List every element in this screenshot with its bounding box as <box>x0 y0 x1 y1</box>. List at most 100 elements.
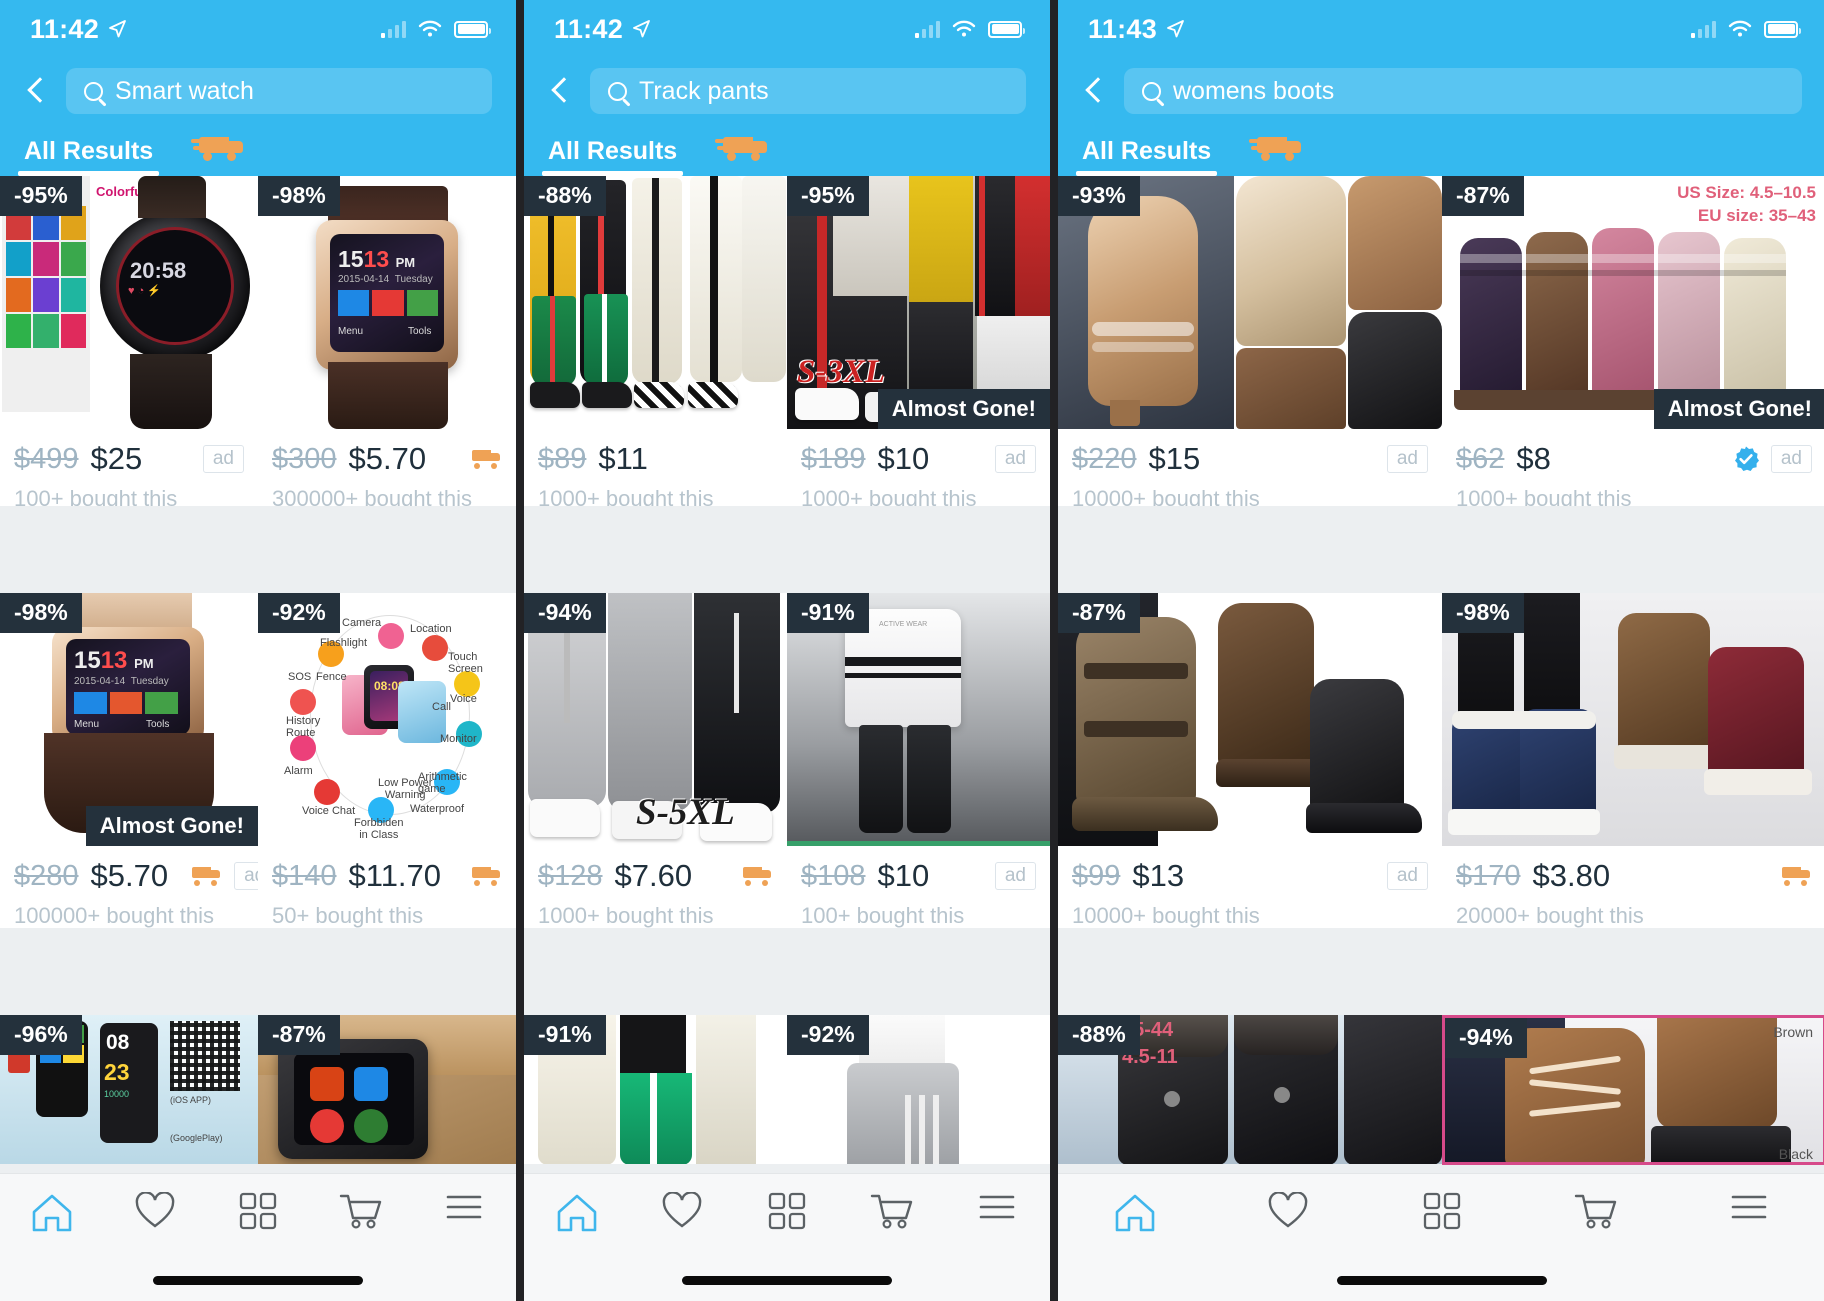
tab-express-shipping[interactable] <box>1249 135 1303 176</box>
sale-price: $10 <box>877 858 930 893</box>
back-chevron-icon[interactable] <box>22 76 52 106</box>
product-card[interactable]: -87% $99 $13 ad 10000+ bought this <box>1058 593 1442 929</box>
price-row: $140 $11.70 <box>272 858 502 894</box>
original-price: $62 <box>1456 442 1505 475</box>
almost-gone-badge: Almost Gone! <box>85 806 258 846</box>
discount-badge: -98% <box>1442 593 1524 633</box>
product-card[interactable]: 1513 PM 2015-04-14 Tuesday Menu Tools -9… <box>0 593 258 929</box>
sale-price: $5.70 <box>90 858 169 893</box>
product-info: $128 $7.60 1000+ bought this <box>524 846 787 928</box>
product-image: S-3XL -95% Almost Gone! <box>787 176 1050 429</box>
product-card[interactable]: -91% <box>524 1015 787 1165</box>
product-image: 08:08 SOS HistoryRoute Alarm Voice Chat <box>258 593 516 846</box>
product-info: $140 $11.70 50+ bought this <box>258 846 516 928</box>
product-card[interactable]: ACTIVE WEAR -91% $108 $10 ad 100+ bought… <box>787 593 1050 929</box>
product-card[interactable]: -98% $170 $3.80 20000+ bought this <box>1442 593 1824 929</box>
original-price: $108 <box>801 859 866 892</box>
bought-count: 10000+ bought this <box>1072 903 1260 928</box>
product-card[interactable]: 08:08 SOS HistoryRoute Alarm Voice Chat <box>258 593 516 929</box>
nav-home[interactable] <box>1058 1192 1212 1232</box>
product-info: $499 $25 ad 100+ bought this <box>0 429 258 506</box>
nav-wishlist[interactable] <box>103 1192 206 1230</box>
cellular-icon <box>380 20 406 38</box>
product-image: 08 23 10000 (iOS APP) (GooglePlay) -96% <box>0 1015 258 1164</box>
price-row: $170 $3.80 <box>1456 858 1812 894</box>
nav-home[interactable] <box>524 1192 629 1232</box>
ad-badge: ad <box>1386 862 1428 890</box>
grid-icon <box>1423 1192 1461 1230</box>
discount-badge: -91% <box>787 593 869 633</box>
product-card[interactable]: WATCH Colorful 20:58 ♥ ◔ ⚡ -95% <box>0 176 258 507</box>
nav-categories[interactable] <box>734 1192 839 1230</box>
results-tabs: All Results <box>1058 124 1824 176</box>
nav-menu[interactable] <box>945 1192 1050 1222</box>
tab-express-shipping[interactable] <box>191 135 245 176</box>
ad-badge: ad <box>202 445 244 473</box>
tab-all-results[interactable]: All Results <box>17 137 160 176</box>
home-icon <box>1115 1194 1155 1232</box>
product-grid: -93% $220 $15 ad 10000+ bought this US S… <box>1058 176 1824 1251</box>
heart-icon <box>1269 1192 1308 1228</box>
bought-count: 1000+ bought this <box>801 486 977 507</box>
tab-all-results[interactable]: All Results <box>541 137 684 176</box>
status-bar: 11:42 <box>524 0 1050 58</box>
search-header: Smart watch <box>0 58 516 124</box>
back-chevron-icon[interactable] <box>1080 76 1110 106</box>
nav-cart[interactable] <box>840 1192 945 1230</box>
product-card[interactable]: -87% <box>258 1015 516 1165</box>
bought-count: 1000+ bought this <box>538 903 714 928</box>
status-time-group: 11:43 <box>1088 14 1185 45</box>
product-card[interactable]: -92% <box>787 1015 1050 1165</box>
discount-badge: -92% <box>787 1015 869 1055</box>
nav-wishlist[interactable] <box>1212 1192 1366 1230</box>
search-input[interactable]: Smart watch <box>66 68 492 114</box>
nav-categories[interactable] <box>206 1192 309 1230</box>
product-info: $170 $3.80 20000+ bought this <box>1442 846 1824 928</box>
price-row: $99 $13 ad <box>1072 858 1428 894</box>
product-image: -93% <box>1058 176 1442 429</box>
product-card[interactable]: 35-44 4.5-11 -88% <box>1058 1015 1442 1165</box>
sale-price: $5.70 <box>348 441 427 476</box>
tab-express-shipping[interactable] <box>715 135 769 176</box>
product-card[interactable]: Brown Black -94% <box>1442 1015 1824 1165</box>
back-chevron-icon[interactable] <box>546 76 576 106</box>
search-input[interactable]: womens boots <box>1124 68 1802 114</box>
price-row: $108 $10 ad <box>801 858 1036 894</box>
original-price: $300 <box>272 442 337 475</box>
original-price: $89 <box>538 442 587 475</box>
product-info: $62 $8 ad 1000+ bought this <box>1442 429 1824 506</box>
product-card[interactable]: US Size: 4.5–10.5 EU size: 35–43 -87% Al… <box>1442 176 1824 507</box>
nav-menu[interactable] <box>1672 1192 1824 1222</box>
product-image: -88% <box>524 176 787 429</box>
product-info: $89 $11 1000+ bought this <box>524 429 787 506</box>
product-card[interactable]: -88% $89 $11 1000+ bought this <box>524 176 787 507</box>
wifi-icon <box>1728 20 1752 37</box>
nav-categories[interactable] <box>1365 1192 1519 1230</box>
product-card[interactable]: 08 23 10000 (iOS APP) (GooglePlay) -96% <box>0 1015 258 1165</box>
almost-gone-badge: Almost Gone! <box>1653 389 1824 429</box>
product-image: ACTIVE WEAR -91% <box>787 593 1050 846</box>
search-input[interactable]: Track pants <box>590 68 1026 114</box>
search-icon <box>84 81 103 101</box>
product-card[interactable]: -93% $220 $15 ad 10000+ bought this <box>1058 176 1442 507</box>
product-info: $300 $5.70 300000+ bought this <box>258 429 516 506</box>
nav-menu[interactable] <box>413 1192 516 1222</box>
sale-price: $11 <box>598 441 648 476</box>
tab-all-results[interactable]: All Results <box>1075 137 1218 176</box>
cart-icon <box>1574 1194 1616 1229</box>
nav-cart[interactable] <box>310 1192 413 1230</box>
product-card[interactable]: S-3XL -95% Almost Gone! $189 $10 ad 1000… <box>787 176 1050 507</box>
screen-divider <box>1050 0 1058 1301</box>
product-card[interactable]: S-5XL -94% $128 $7.60 1000+ bought this <box>524 593 787 929</box>
search-query: womens boots <box>1173 76 1335 105</box>
discount-badge: -96% <box>0 1015 82 1055</box>
product-card[interactable]: 1513 PM 2015-04-14 Tuesday Menu Tools -9… <box>258 176 516 507</box>
product-grid: -88% $89 $11 1000+ bought this S-3XL -95… <box>524 176 1050 1251</box>
nav-cart[interactable] <box>1519 1192 1673 1230</box>
truck-icon <box>192 866 222 886</box>
price-row: $280 $5.70 ad <box>14 858 258 894</box>
ad-badge: ad <box>994 445 1036 473</box>
truck-icon <box>743 866 773 886</box>
nav-wishlist[interactable] <box>629 1192 734 1230</box>
nav-home[interactable] <box>0 1192 103 1232</box>
